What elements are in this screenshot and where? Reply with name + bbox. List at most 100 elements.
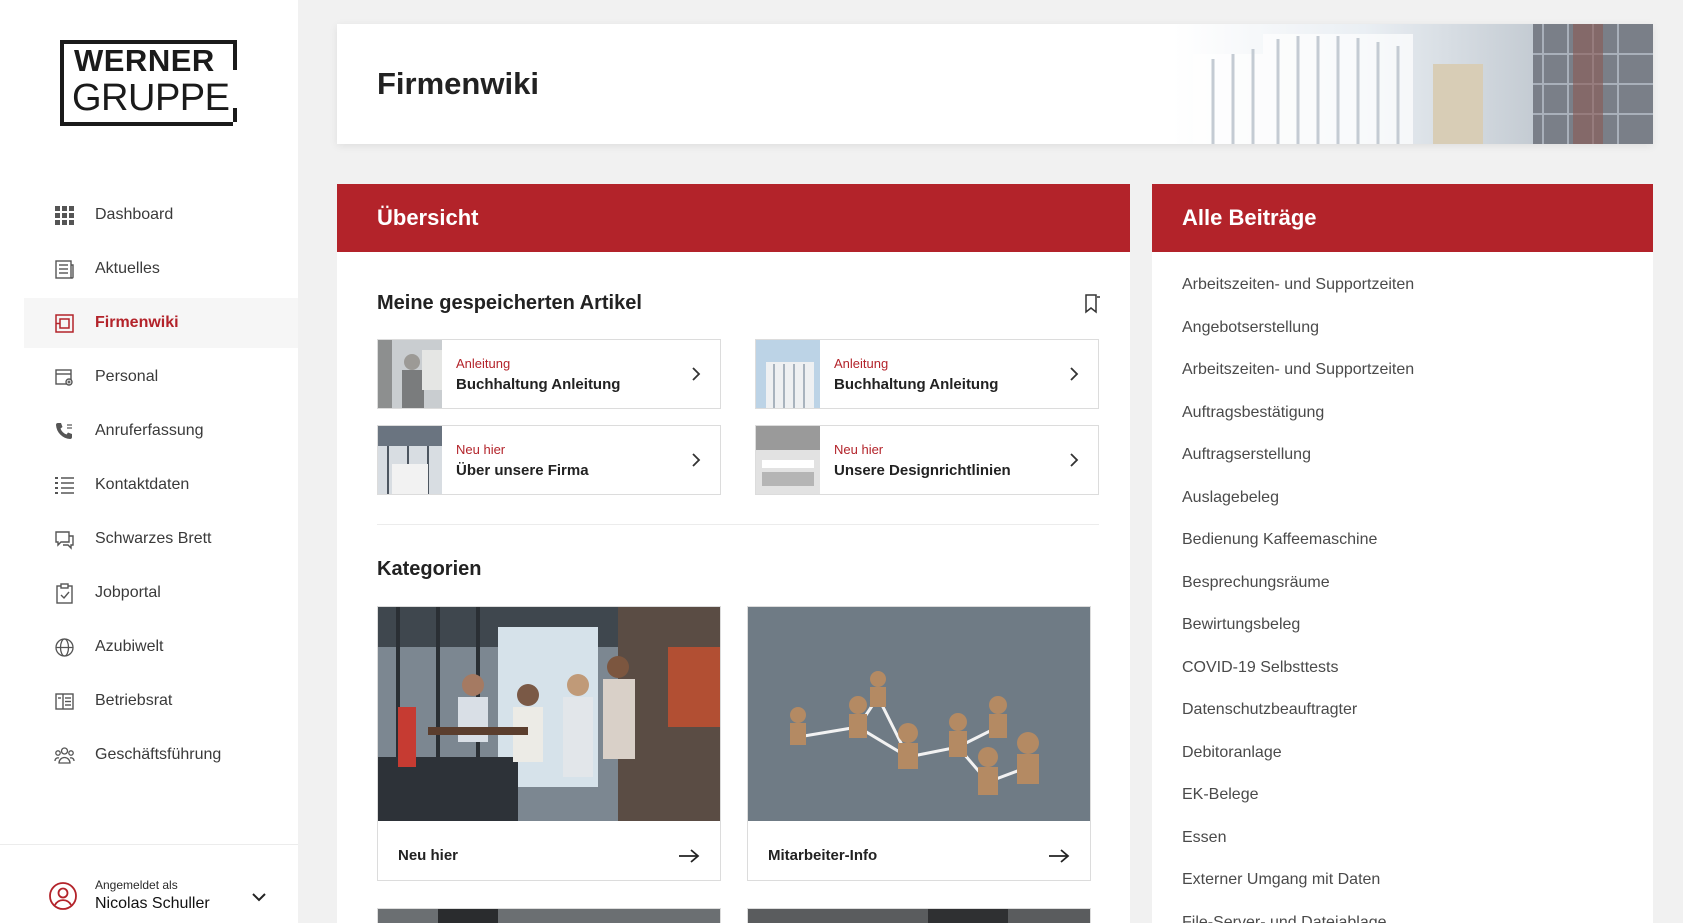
post-link[interactable]: EK-Belege [1182, 784, 1622, 827]
sidebar-item-azubiwelt[interactable]: Azubiwelt [24, 622, 298, 672]
arrow-right-icon [679, 848, 700, 863]
category-card-mitarbeiter-info[interactable]: Mitarbeiter-Info [747, 606, 1091, 881]
book-list-icon [55, 692, 74, 710]
user-name: Nicolas Schuller [95, 895, 210, 912]
article-title: Buchhaltung Anleitung [456, 375, 621, 393]
article-title: Unsere Designrichtlinien [834, 461, 1011, 479]
sidebar: WERNER GRUPPE Dashboard Aktuelles Firmen… [0, 0, 298, 923]
category-card-partial[interactable] [377, 908, 721, 923]
sidebar-item-label: Schwarzes Brett [95, 530, 212, 547]
chevron-right-icon [692, 367, 701, 381]
category-label: Mitarbeiter-Info [768, 847, 878, 864]
logo-text-bottom: GRUPPE [72, 77, 230, 119]
post-link[interactable]: File-Server- und Dateiablage [1182, 912, 1622, 923]
sidebar-item-kontaktdaten[interactable]: Kontaktdaten [24, 460, 298, 510]
main-nav: Dashboard Aktuelles Firmenwiki Personal [24, 190, 298, 784]
company-logo[interactable]: WERNER GRUPPE [60, 40, 237, 126]
overview-heading: Übersicht [337, 184, 1130, 252]
article-thumbnail [756, 426, 820, 494]
post-link[interactable]: Auftragsbestätigung [1182, 402, 1622, 445]
chevron-down-icon[interactable] [250, 888, 268, 906]
category-label: Neu hier [398, 847, 459, 864]
sidebar-item-label: Anruferfassung [95, 422, 204, 439]
list-icon [55, 476, 74, 494]
header-building-image [1013, 24, 1653, 144]
category-card-neu-hier[interactable]: Neu hier [377, 606, 721, 881]
post-link[interactable]: Bedienung Kaffeemaschine [1182, 529, 1622, 572]
logged-in-label: Angemeldet als [95, 878, 178, 892]
globe-icon [55, 637, 74, 657]
logo-text-top: WERNER [74, 43, 215, 78]
sidebar-item-schwarzes-brett[interactable]: Schwarzes Brett [24, 514, 298, 564]
building-illustration [1193, 24, 1653, 144]
newspaper-icon [55, 259, 74, 279]
bookmark-icon[interactable] [1083, 294, 1101, 314]
category-image [748, 909, 1090, 923]
chevron-right-icon [692, 453, 701, 467]
sidebar-item-label: Betriebsrat [95, 692, 173, 709]
page-title: Firmenwiki [377, 66, 539, 101]
arrow-right-icon [1049, 848, 1070, 863]
sidebar-item-label: Kontaktdaten [95, 476, 190, 493]
categories-title: Kategorien [377, 558, 482, 580]
sidebar-item-jobportal[interactable]: Jobportal [24, 568, 298, 618]
saved-articles-title: Meine gespeicherten Artikel [377, 292, 642, 314]
sidebar-item-personal[interactable]: Personal [24, 352, 298, 402]
team-icon [54, 746, 75, 764]
post-link[interactable]: Auslagebeleg [1182, 487, 1622, 530]
page-header: Firmenwiki [337, 24, 1653, 144]
sidebar-item-label: Firmenwiki [95, 314, 179, 331]
sidebar-item-dashboard[interactable]: Dashboard [24, 190, 298, 240]
sidebar-item-label: Aktuelles [95, 260, 160, 277]
sidebar-item-geschaeftsfuehrung[interactable]: Geschäftsführung [24, 730, 298, 780]
saved-article-card[interactable]: Neu hier Unsere Designrichtlinien [755, 425, 1099, 495]
sidebar-item-label: Geschäftsführung [95, 746, 222, 763]
phone-icon [56, 422, 72, 439]
article-category: Neu hier [834, 441, 884, 457]
sidebar-item-firmenwiki[interactable]: Firmenwiki [24, 298, 298, 348]
overview-panel: Übersicht Meine gespeicherten Artikel An… [337, 184, 1130, 923]
section-divider [377, 524, 1099, 525]
post-link[interactable]: Debitoranlage [1182, 742, 1622, 785]
post-link[interactable]: Externer Umgang mit Daten [1182, 869, 1622, 912]
all-posts-heading: Alle Beiträge [1152, 184, 1653, 252]
post-link[interactable]: Datenschutzbeauftragter [1182, 699, 1622, 742]
user-menu[interactable]: Angemeldet als Nicolas Schuller [0, 844, 298, 923]
category-image [378, 909, 720, 923]
saved-article-card[interactable]: Anleitung Buchhaltung Anleitung [755, 339, 1099, 409]
article-title: Buchhaltung Anleitung [834, 375, 999, 393]
article-category: Anleitung [834, 355, 889, 371]
category-image [748, 607, 1090, 821]
chevron-right-icon [1070, 367, 1079, 381]
sidebar-item-label: Personal [95, 368, 159, 385]
article-title: Über unsere Firma [456, 461, 589, 479]
post-link[interactable]: Arbeitszeiten- und Supportzeiten [1182, 274, 1622, 317]
article-thumbnail [378, 426, 442, 494]
all-posts-panel: Alle Beiträge Arbeitszeiten- und Support… [1152, 184, 1653, 923]
category-image [378, 607, 720, 821]
post-link[interactable]: Essen [1182, 827, 1622, 870]
saved-article-card[interactable]: Neu hier Über unsere Firma [377, 425, 721, 495]
all-posts-list: Arbeitszeiten- und Supportzeiten Angebot… [1182, 274, 1622, 923]
sidebar-item-label: Dashboard [95, 206, 174, 223]
sidebar-item-betriebsrat[interactable]: Betriebsrat [24, 676, 298, 726]
calendar-user-icon [55, 368, 73, 386]
grid-icon [55, 205, 74, 225]
post-link[interactable]: Angebotserstellung [1182, 317, 1622, 360]
chat-icon [55, 530, 74, 550]
category-card-partial[interactable] [747, 908, 1091, 923]
sidebar-item-anruferfassung[interactable]: Anruferfassung [24, 406, 298, 456]
saved-article-card[interactable]: Anleitung Buchhaltung Anleitung [377, 339, 721, 409]
post-link[interactable]: Bewirtungsbeleg [1182, 614, 1622, 657]
article-thumbnail [378, 340, 442, 408]
article-category: Neu hier [456, 441, 506, 457]
sidebar-item-label: Jobportal [95, 584, 161, 601]
post-link[interactable]: Arbeitszeiten- und Supportzeiten [1182, 359, 1622, 402]
post-link[interactable]: Auftragserstellung [1182, 444, 1622, 487]
post-link[interactable]: COVID-19 Selbsttests [1182, 657, 1622, 700]
sidebar-item-aktuelles[interactable]: Aktuelles [24, 244, 298, 294]
wiki-icon [55, 313, 74, 333]
chevron-right-icon [1070, 453, 1079, 467]
user-avatar-icon [49, 882, 77, 910]
post-link[interactable]: Besprechungsräume [1182, 572, 1622, 615]
